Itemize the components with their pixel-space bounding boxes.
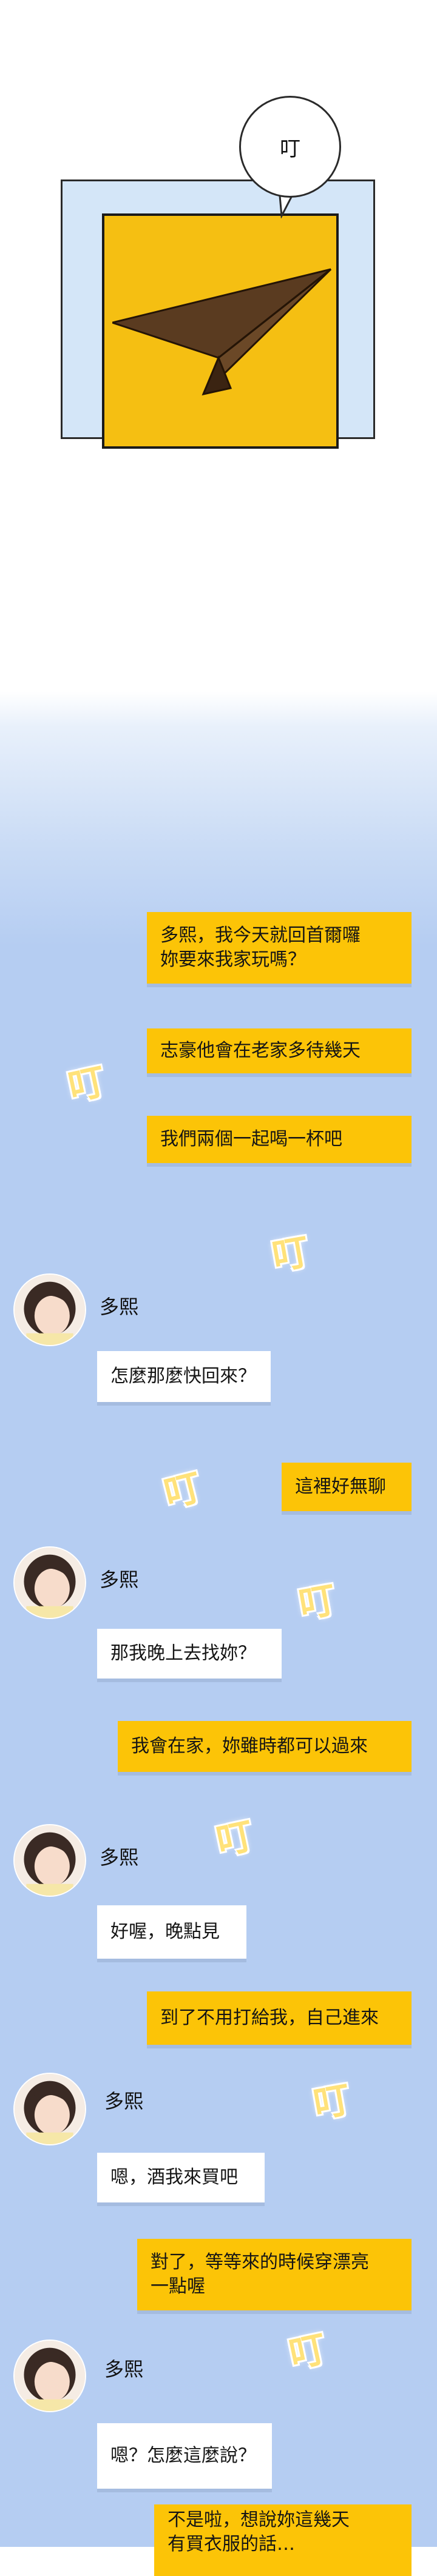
contact-name: 多熙 bbox=[100, 1568, 139, 1591]
paper-plane-icon bbox=[112, 268, 332, 396]
contact-name: 多熙 bbox=[104, 2090, 144, 2113]
avatar-portrait bbox=[15, 1275, 85, 1345]
avatar-portrait bbox=[15, 2341, 85, 2411]
message-text: 我們兩個一起喝一杯吧 bbox=[160, 1129, 342, 1150]
message-text: 我會在家，妳雖時都可以過來 bbox=[131, 1736, 368, 1757]
message-bubble-sent: 志豪他會在老家多待幾天 bbox=[147, 1028, 412, 1073]
message-bubble-sent: 不是啦，想說妳這幾天 有買衣服的話… bbox=[154, 2504, 412, 2576]
message-bubble-received: 那我晚上去找妳？ bbox=[97, 1629, 282, 1679]
notification-sfx-text: 叮 bbox=[280, 136, 300, 161]
message-bubble-sent: 到了不用打給我，自己進來 bbox=[147, 1991, 412, 2045]
message-text: 志豪他會在老家多待幾天 bbox=[160, 1040, 361, 1061]
message-text: 怎麼那麼快回來？ bbox=[110, 1366, 256, 1387]
avatar-portrait bbox=[15, 2074, 85, 2144]
sfx-ding-1: 叮 bbox=[64, 1060, 109, 1110]
message-text: 到了不用打給我，自己進來 bbox=[160, 2007, 379, 2028]
message-bubble-received: 怎麼那麼快回來？ bbox=[97, 1351, 271, 1402]
message-text: 多熙，我今天就回首爾囉 妳要來我家玩嗎？ bbox=[160, 925, 361, 970]
sfx-ding-6: 叮 bbox=[310, 2078, 354, 2127]
contact-name: 多熙 bbox=[100, 1846, 139, 1869]
message-bubble-sent: 對了，等等來的時候穿漂亮 一點喔 bbox=[137, 2239, 412, 2310]
message-bubble-sent: 我們兩個一起喝一杯吧 bbox=[147, 1116, 412, 1163]
message-bubble-sent: 這裡好無聊 bbox=[282, 1463, 412, 1511]
message-bubble-sent: 多熙，我今天就回首爾囉 妳要來我家玩嗎？ bbox=[147, 912, 412, 984]
message-text: 嗯，酒我來買吧 bbox=[110, 2167, 238, 2188]
contact-avatar bbox=[13, 1546, 86, 1619]
message-bubble-received: 嗯？怎麼這麼說？ bbox=[97, 2423, 272, 2489]
avatar-portrait bbox=[15, 1825, 85, 1896]
notification-speech-bubble: 叮 bbox=[239, 96, 341, 198]
avatar-portrait bbox=[15, 1548, 85, 1618]
message-text: 嗯？怎麼這麼說？ bbox=[110, 2445, 256, 2466]
message-text: 好喔，晚點見 bbox=[110, 1921, 220, 1942]
contact-avatar bbox=[13, 1824, 86, 1897]
message-text: 那我晚上去找妳？ bbox=[110, 1643, 256, 1664]
message-text: 對了，等等來的時候穿漂亮 一點喔 bbox=[151, 2252, 369, 2297]
top-panel: 叮 bbox=[0, 0, 437, 691]
sfx-ding-3: 叮 bbox=[160, 1466, 206, 1517]
message-text: 這裡好無聊 bbox=[295, 1476, 386, 1497]
chat-panel: 叮 叮 叮 叮 叮 叮 叮 多熙，我今天就回首爾囉 妳要來我家玩嗎？ 志豪他會在… bbox=[0, 691, 437, 2576]
sfx-ding-5: 叮 bbox=[212, 1814, 257, 1864]
contact-name: 多熙 bbox=[100, 1295, 139, 1318]
contact-avatar bbox=[13, 1273, 86, 1346]
message-bubble-received: 嗯，酒我來買吧 bbox=[97, 2153, 265, 2202]
sfx-ding-7: 叮 bbox=[285, 2327, 330, 2377]
sfx-ding-4: 叮 bbox=[296, 1578, 339, 1627]
message-bubble-sent: 我會在家，妳雖時都可以過來 bbox=[118, 1721, 412, 1772]
contact-avatar bbox=[13, 2340, 86, 2412]
message-text: 不是啦，想說妳這幾天 有買衣服的話… bbox=[168, 2509, 350, 2555]
contact-avatar bbox=[13, 2073, 86, 2145]
sfx-ding-2: 叮 bbox=[269, 1230, 313, 1279]
contact-name: 多熙 bbox=[104, 2358, 144, 2381]
message-bubble-received: 好喔，晚點見 bbox=[97, 1905, 246, 1959]
